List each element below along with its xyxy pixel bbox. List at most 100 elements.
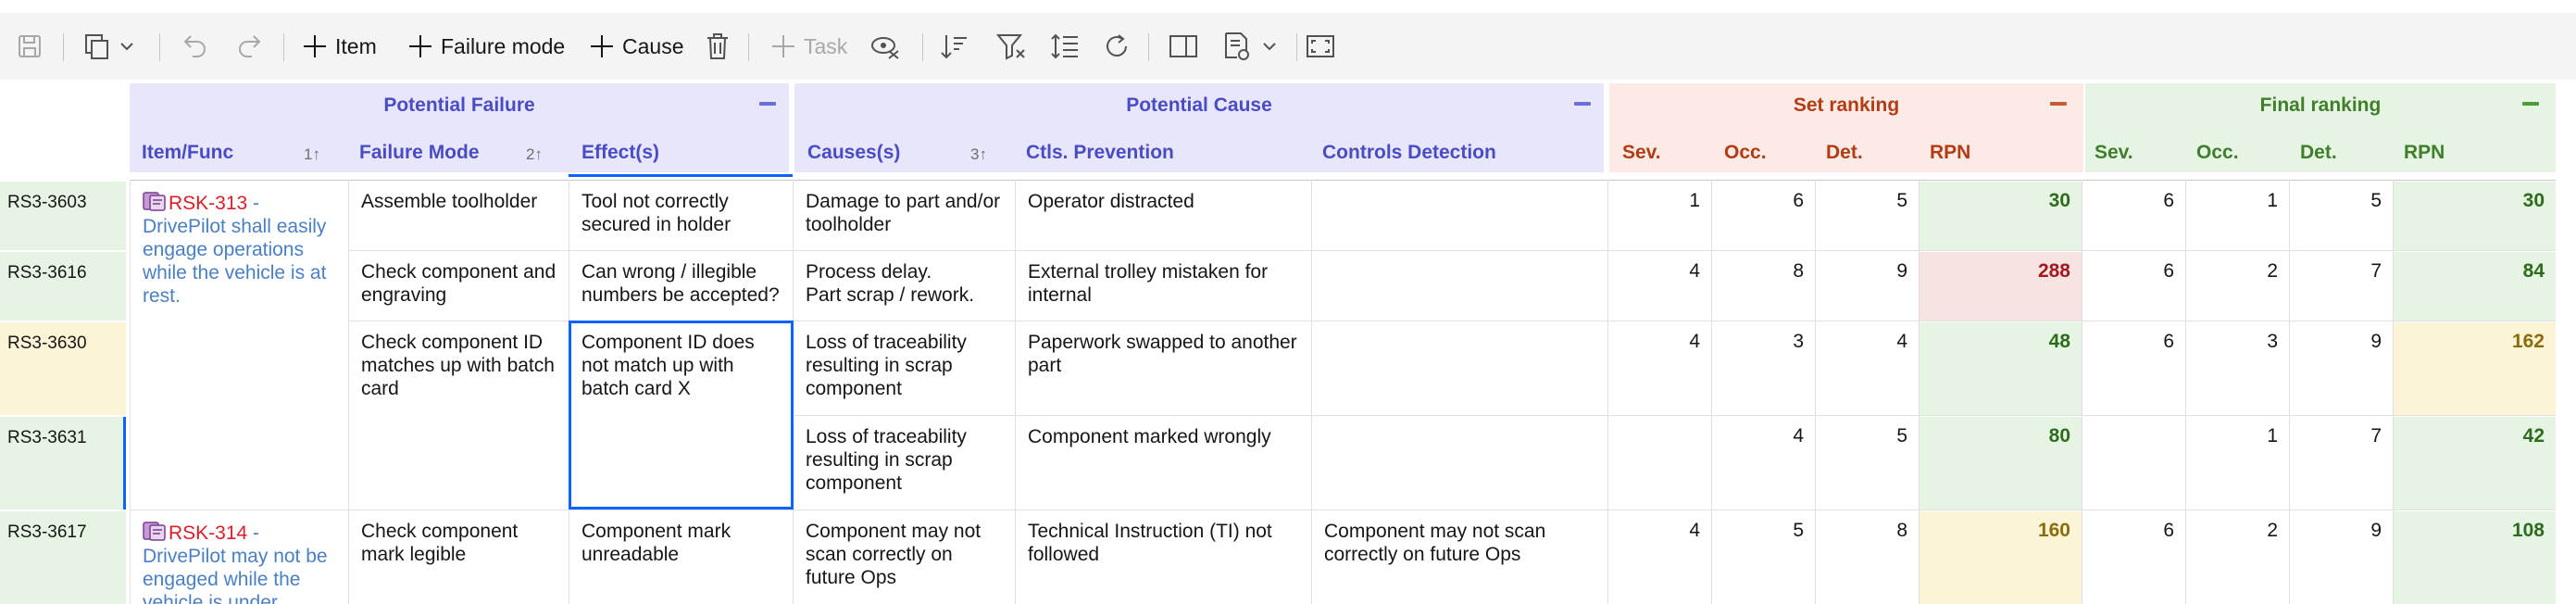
add-failure-mode-button[interactable]: Failure mode bbox=[407, 13, 565, 80]
sort-badge-failure-mode[interactable]: 2↑ bbox=[526, 145, 543, 164]
collapse-group-button[interactable] bbox=[2050, 102, 2067, 106]
col-header-item-func[interactable]: Item/Func bbox=[142, 142, 233, 164]
final-det-cell[interactable]: 5 bbox=[2289, 182, 2393, 212]
set-sev-cell[interactable]: 4 bbox=[1607, 322, 1711, 353]
add-cause-button[interactable]: Cause bbox=[589, 13, 683, 80]
final-occ-cell[interactable]: 1 bbox=[2185, 182, 2289, 212]
unlink-button[interactable] bbox=[870, 13, 902, 80]
col-header-controls-detection[interactable]: Controls Detection bbox=[1322, 142, 1496, 164]
detection-cell[interactable] bbox=[1311, 252, 1607, 321]
item-description[interactable]: DrivePilot shall easily engage operation… bbox=[143, 216, 326, 307]
save-button[interactable] bbox=[17, 13, 43, 80]
prevention-cell[interactable]: Paperwork swapped to another part bbox=[1015, 322, 1311, 415]
cause-cell[interactable]: Loss of traceability resulting in scrap … bbox=[793, 322, 1015, 415]
cause-cell[interactable]: Component may not scan correctly on futu… bbox=[793, 511, 1015, 604]
collapse-group-button[interactable] bbox=[2522, 102, 2539, 106]
final-det-cell[interactable]: 9 bbox=[2289, 511, 2393, 542]
set-sev-cell[interactable]: 4 bbox=[1607, 252, 1711, 283]
final-occ-cell[interactable]: 2 bbox=[2185, 252, 2289, 283]
final-sev-cell[interactable]: 6 bbox=[2082, 511, 2185, 542]
set-det-cell[interactable]: 4 bbox=[1815, 322, 1919, 353]
set-det-cell[interactable]: 5 bbox=[1815, 417, 1919, 447]
add-task-button[interactable]: Task bbox=[770, 13, 847, 80]
cause-cell[interactable]: Loss of traceability resulting in scrap … bbox=[793, 417, 1015, 510]
final-occ-cell[interactable]: 1 bbox=[2185, 417, 2289, 447]
item-id-link[interactable]: RSK-313 bbox=[169, 193, 247, 214]
set-sev-cell[interactable]: 1 bbox=[1607, 182, 1711, 212]
set-occ-cell[interactable]: 8 bbox=[1711, 252, 1815, 283]
set-occ-cell[interactable]: 3 bbox=[1711, 322, 1815, 353]
redo-button[interactable] bbox=[235, 13, 263, 80]
item-func-cell[interactable]: RSK-314 - DrivePilot may not be engaged … bbox=[130, 511, 348, 604]
detection-cell[interactable] bbox=[1311, 182, 1607, 250]
report-menu-button[interactable] bbox=[1222, 13, 1278, 80]
col-header-final-det[interactable]: Det. bbox=[2300, 142, 2337, 164]
set-occ-cell[interactable]: 6 bbox=[1711, 182, 1815, 212]
split-view-button[interactable] bbox=[1169, 13, 1198, 80]
detection-cell[interactable] bbox=[1311, 417, 1607, 510]
copy-menu-button[interactable] bbox=[83, 13, 135, 80]
col-header-final-rpn[interactable]: RPN bbox=[2404, 142, 2445, 164]
item-description[interactable]: DrivePilot may not be engaged while the … bbox=[143, 546, 328, 604]
prevention-cell[interactable]: Operator distracted bbox=[1015, 182, 1311, 250]
add-item-button[interactable]: Item bbox=[302, 13, 377, 80]
prevention-cell[interactable]: Technical Instruction (TI) not followed bbox=[1015, 511, 1311, 604]
col-header-set-det[interactable]: Det. bbox=[1826, 142, 1863, 164]
cause-cell[interactable]: Process delay. Part scrap / rework. bbox=[793, 252, 1015, 321]
row-id[interactable]: RS3-3630 bbox=[0, 322, 126, 354]
delete-button[interactable] bbox=[706, 13, 730, 80]
failure-mode-cell[interactable]: Check component and engraving bbox=[348, 252, 569, 321]
cause-cell[interactable]: Damage to part and/or toolholder bbox=[793, 182, 1015, 250]
undo-button[interactable] bbox=[181, 13, 209, 80]
final-det-cell[interactable]: 7 bbox=[2289, 252, 2393, 283]
collapse-group-button[interactable] bbox=[759, 102, 776, 106]
set-occ-cell[interactable]: 4 bbox=[1711, 417, 1815, 447]
collapse-group-button[interactable] bbox=[1574, 102, 1591, 106]
set-sev-cell[interactable]: 4 bbox=[1607, 511, 1711, 542]
col-header-causes[interactable]: Causes(s) bbox=[807, 142, 900, 164]
col-header-failure-mode[interactable]: Failure Mode bbox=[359, 142, 480, 164]
detection-cell[interactable] bbox=[1311, 322, 1607, 415]
set-det-cell[interactable]: 9 bbox=[1815, 252, 1919, 283]
final-sev-cell[interactable]: 6 bbox=[2082, 182, 2185, 212]
final-sev-cell[interactable]: 6 bbox=[2082, 322, 2185, 353]
row-height-button[interactable] bbox=[1050, 13, 1080, 80]
row-id[interactable]: RS3-3631 bbox=[0, 417, 126, 448]
sort-badge-item-func[interactable]: 1↑ bbox=[304, 145, 320, 164]
failure-mode-cell[interactable]: Assemble toolholder bbox=[348, 182, 569, 250]
col-header-final-sev[interactable]: Sev. bbox=[2095, 142, 2133, 164]
sort-badge-causes[interactable]: 3↑ bbox=[970, 145, 987, 164]
row-id[interactable]: RS3-3616 bbox=[0, 252, 126, 283]
set-det-cell[interactable]: 8 bbox=[1815, 511, 1919, 542]
col-header-ctls-prevention[interactable]: Ctls. Prevention bbox=[1026, 142, 1174, 164]
clear-filter-button[interactable] bbox=[996, 13, 1026, 80]
fullscreen-button[interactable] bbox=[1306, 13, 1335, 80]
col-header-effects[interactable]: Effect(s) bbox=[581, 142, 659, 164]
detection-cell[interactable]: Component may not scan correctly on futu… bbox=[1311, 511, 1607, 604]
prevention-cell[interactable]: External trolley mistaken for internal bbox=[1015, 252, 1311, 321]
refresh-button[interactable] bbox=[1102, 13, 1132, 80]
effect-cell[interactable]: Tool not correctly secured in holder bbox=[569, 182, 793, 250]
item-func-cell[interactable]: RSK-313 - DrivePilot shall easily engage… bbox=[130, 182, 348, 508]
col-header-set-rpn[interactable]: RPN bbox=[1930, 142, 1970, 164]
effect-cell[interactable]: Can wrong / illegible numbers be accepte… bbox=[569, 252, 793, 321]
final-det-cell[interactable]: 9 bbox=[2289, 322, 2393, 353]
col-header-set-sev[interactable]: Sev. bbox=[1622, 142, 1661, 164]
final-det-cell[interactable]: 7 bbox=[2289, 417, 2393, 447]
item-id-link[interactable]: RSK-314 bbox=[169, 522, 247, 544]
failure-mode-cell[interactable]: Check component ID matches up with batch… bbox=[348, 322, 569, 508]
final-sev-cell[interactable]: 6 bbox=[2082, 252, 2185, 283]
sort-button[interactable] bbox=[939, 13, 969, 80]
col-header-set-occ[interactable]: Occ. bbox=[1724, 142, 1767, 164]
final-occ-cell[interactable]: 2 bbox=[2185, 511, 2289, 542]
col-header-final-occ[interactable]: Occ. bbox=[2196, 142, 2239, 164]
final-occ-cell[interactable]: 3 bbox=[2185, 322, 2289, 353]
set-det-cell[interactable]: 5 bbox=[1815, 182, 1919, 212]
row-id[interactable]: RS3-3603 bbox=[0, 182, 126, 213]
row-id[interactable]: RS3-3617 bbox=[0, 511, 126, 543]
set-occ-cell[interactable]: 5 bbox=[1711, 511, 1815, 542]
effect-cell[interactable]: Component mark unreadable bbox=[569, 511, 793, 604]
prevention-cell[interactable]: Component marked wrongly bbox=[1015, 417, 1311, 510]
effect-cell[interactable]: Component ID does not match up with batc… bbox=[569, 322, 793, 508]
failure-mode-cell[interactable]: Check component mark legible bbox=[348, 511, 569, 604]
